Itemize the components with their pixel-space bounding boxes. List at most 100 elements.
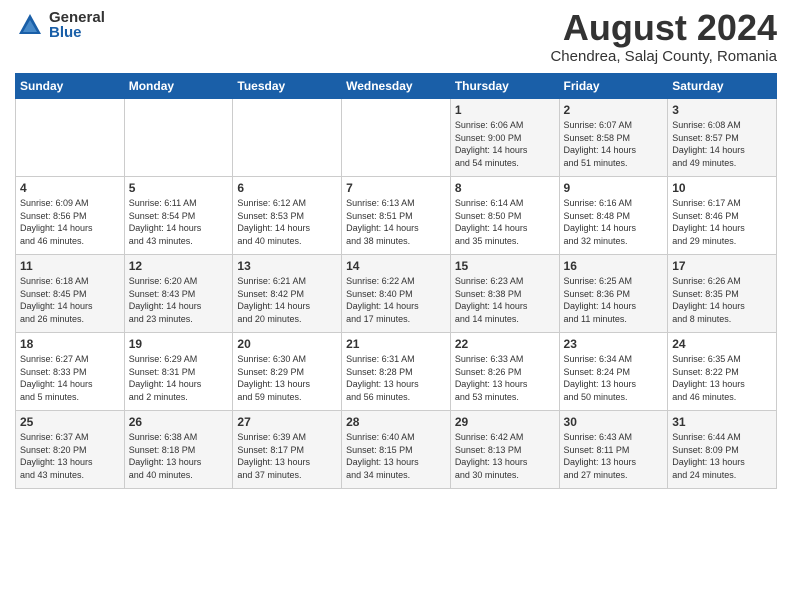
day-info: Sunrise: 6:38 AM Sunset: 8:18 PM Dayligh… (129, 431, 229, 481)
logo-icon (15, 10, 45, 40)
day-of-week-header: Sunday (16, 74, 125, 99)
month-title: August 2024 (550, 10, 777, 46)
day-info: Sunrise: 6:42 AM Sunset: 8:13 PM Dayligh… (455, 431, 555, 481)
day-info: Sunrise: 6:30 AM Sunset: 8:29 PM Dayligh… (237, 353, 337, 403)
calendar-cell (233, 99, 342, 177)
day-number: 7 (346, 181, 446, 195)
day-info: Sunrise: 6:27 AM Sunset: 8:33 PM Dayligh… (20, 353, 120, 403)
day-info: Sunrise: 6:40 AM Sunset: 8:15 PM Dayligh… (346, 431, 446, 481)
calendar: SundayMondayTuesdayWednesdayThursdayFrid… (15, 73, 777, 489)
day-info: Sunrise: 6:13 AM Sunset: 8:51 PM Dayligh… (346, 197, 446, 247)
day-info: Sunrise: 6:12 AM Sunset: 8:53 PM Dayligh… (237, 197, 337, 247)
day-number: 17 (672, 259, 772, 273)
calendar-week-row: 25Sunrise: 6:37 AM Sunset: 8:20 PM Dayli… (16, 411, 777, 489)
logo-blue-text: Blue (49, 25, 105, 40)
calendar-cell: 30 Sunrise: 6:43 AM Sunset: 8:11 PM Dayli… (559, 411, 668, 489)
calendar-week-row: 4 Sunrise: 6:09 AM Sunset: 8:56 PM Daylig… (16, 177, 777, 255)
calendar-cell: 10 Sunrise: 6:17 AM Sunset: 8:46 PM Dayli… (668, 177, 777, 255)
day-number: 15 (455, 259, 555, 273)
logo: General Blue (15, 10, 105, 40)
day-info: Sunrise: 6:23 AM Sunset: 8:38 PM Dayligh… (455, 275, 555, 325)
day-number: 23 (564, 337, 664, 351)
calendar-cell: 24 Sunrise: 6:35 AM Sunset: 8:22 PM Dayli… (668, 333, 777, 411)
calendar-cell: 6 Sunrise: 6:12 AM Sunset: 8:53 PM Daylig… (233, 177, 342, 255)
calendar-cell: 15 Sunrise: 6:23 AM Sunset: 8:38 PM Dayli… (450, 255, 559, 333)
calendar-cell: 9Sunrise: 6:16 AM Sunset: 8:48 PM Daylig… (559, 177, 668, 255)
calendar-cell: 26 Sunrise: 6:38 AM Sunset: 8:18 PM Dayli… (124, 411, 233, 489)
calendar-cell: 28 Sunrise: 6:40 AM Sunset: 8:15 PM Dayli… (342, 411, 451, 489)
day-number: 16 (564, 259, 664, 273)
calendar-cell: 2Sunrise: 6:07 AM Sunset: 8:58 PM Daylig… (559, 99, 668, 177)
day-number: 1 (455, 103, 555, 117)
day-info: Sunrise: 6:22 AM Sunset: 8:40 PM Dayligh… (346, 275, 446, 325)
day-info: Sunrise: 6:43 AM Sunset: 8:11 PM Dayligh… (564, 431, 664, 481)
day-info: Sunrise: 6:39 AM Sunset: 8:17 PM Dayligh… (237, 431, 337, 481)
day-info: Sunrise: 6:37 AM Sunset: 8:20 PM Dayligh… (20, 431, 120, 481)
day-info: Sunrise: 6:25 AM Sunset: 8:36 PM Dayligh… (564, 275, 664, 325)
calendar-cell: 31Sunrise: 6:44 AM Sunset: 8:09 PM Dayli… (668, 411, 777, 489)
location-title: Chendrea, Salaj County, Romania (550, 48, 777, 65)
day-info: Sunrise: 6:20 AM Sunset: 8:43 PM Dayligh… (129, 275, 229, 325)
calendar-cell: 1 Sunrise: 6:06 AM Sunset: 9:00 PM Daylig… (450, 99, 559, 177)
day-number: 12 (129, 259, 229, 273)
day-info: Sunrise: 6:11 AM Sunset: 8:54 PM Dayligh… (129, 197, 229, 247)
calendar-cell: 8 Sunrise: 6:14 AM Sunset: 8:50 PM Daylig… (450, 177, 559, 255)
day-of-week-header: Thursday (450, 74, 559, 99)
day-info: Sunrise: 6:31 AM Sunset: 8:28 PM Dayligh… (346, 353, 446, 403)
day-info: Sunrise: 6:14 AM Sunset: 8:50 PM Dayligh… (455, 197, 555, 247)
day-number: 21 (346, 337, 446, 351)
day-number: 20 (237, 337, 337, 351)
calendar-cell: 4 Sunrise: 6:09 AM Sunset: 8:56 PM Daylig… (16, 177, 125, 255)
day-info: Sunrise: 6:21 AM Sunset: 8:42 PM Dayligh… (237, 275, 337, 325)
calendar-cell: 5 Sunrise: 6:11 AM Sunset: 8:54 PM Daylig… (124, 177, 233, 255)
calendar-cell: 20 Sunrise: 6:30 AM Sunset: 8:29 PM Dayli… (233, 333, 342, 411)
page: General Blue August 2024 Chendrea, Salaj… (0, 0, 792, 612)
calendar-cell: 13 Sunrise: 6:21 AM Sunset: 8:42 PM Dayli… (233, 255, 342, 333)
day-info: Sunrise: 6:17 AM Sunset: 8:46 PM Dayligh… (672, 197, 772, 247)
day-number: 30 (564, 415, 664, 429)
day-info: Sunrise: 6:35 AM Sunset: 8:22 PM Dayligh… (672, 353, 772, 403)
logo-text: General Blue (49, 10, 105, 40)
calendar-cell: 12 Sunrise: 6:20 AM Sunset: 8:43 PM Dayli… (124, 255, 233, 333)
day-info: Sunrise: 6:29 AM Sunset: 8:31 PM Dayligh… (129, 353, 229, 403)
day-number: 10 (672, 181, 772, 195)
day-number: 13 (237, 259, 337, 273)
day-info: Sunrise: 6:16 AM Sunset: 8:48 PM Dayligh… (564, 197, 664, 247)
day-number: 26 (129, 415, 229, 429)
day-number: 31 (672, 415, 772, 429)
day-info: Sunrise: 6:26 AM Sunset: 8:35 PM Dayligh… (672, 275, 772, 325)
calendar-week-row: 1 Sunrise: 6:06 AM Sunset: 9:00 PM Daylig… (16, 99, 777, 177)
day-info: Sunrise: 6:06 AM Sunset: 9:00 PM Dayligh… (455, 119, 555, 169)
calendar-cell: 23 Sunrise: 6:34 AM Sunset: 8:24 PM Dayli… (559, 333, 668, 411)
calendar-cell: 25Sunrise: 6:37 AM Sunset: 8:20 PM Dayli… (16, 411, 125, 489)
day-number: 8 (455, 181, 555, 195)
calendar-cell: 17 Sunrise: 6:26 AM Sunset: 8:35 PM Dayli… (668, 255, 777, 333)
day-number: 29 (455, 415, 555, 429)
day-info: Sunrise: 6:07 AM Sunset: 8:58 PM Dayligh… (564, 119, 664, 169)
logo-general-text: General (49, 10, 105, 25)
day-number: 18 (20, 337, 120, 351)
day-of-week-header: Friday (559, 74, 668, 99)
day-of-week-header: Tuesday (233, 74, 342, 99)
calendar-cell: 27 Sunrise: 6:39 AM Sunset: 8:17 PM Dayli… (233, 411, 342, 489)
day-number: 28 (346, 415, 446, 429)
calendar-cell: 16 Sunrise: 6:25 AM Sunset: 8:36 PM Dayli… (559, 255, 668, 333)
calendar-cell (342, 99, 451, 177)
day-number: 24 (672, 337, 772, 351)
day-number: 22 (455, 337, 555, 351)
day-info: Sunrise: 6:08 AM Sunset: 8:57 PM Dayligh… (672, 119, 772, 169)
day-of-week-header: Monday (124, 74, 233, 99)
day-number: 3 (672, 103, 772, 117)
day-number: 27 (237, 415, 337, 429)
day-number: 14 (346, 259, 446, 273)
day-info: Sunrise: 6:18 AM Sunset: 8:45 PM Dayligh… (20, 275, 120, 325)
day-number: 11 (20, 259, 120, 273)
calendar-cell: 18 Sunrise: 6:27 AM Sunset: 8:33 PM Dayli… (16, 333, 125, 411)
day-number: 4 (20, 181, 120, 195)
day-info: Sunrise: 6:09 AM Sunset: 8:56 PM Dayligh… (20, 197, 120, 247)
day-number: 5 (129, 181, 229, 195)
day-number: 6 (237, 181, 337, 195)
day-number: 19 (129, 337, 229, 351)
day-info: Sunrise: 6:34 AM Sunset: 8:24 PM Dayligh… (564, 353, 664, 403)
calendar-cell: 14 Sunrise: 6:22 AM Sunset: 8:40 PM Dayli… (342, 255, 451, 333)
